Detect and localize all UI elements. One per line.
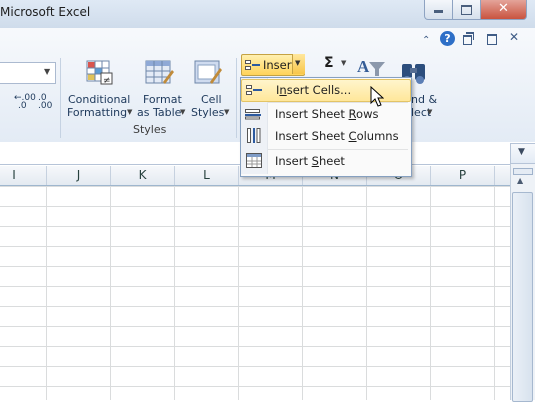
cell-styles-button[interactable]: Cell Styles ▼ bbox=[189, 56, 235, 120]
menu-item-label: Insert Sheet bbox=[275, 129, 349, 143]
format-as-table-icon bbox=[145, 58, 174, 86]
gridline bbox=[46, 186, 47, 400]
column-header-i[interactable]: I bbox=[0, 166, 47, 185]
help-icon[interactable]: ? bbox=[440, 31, 455, 46]
chevron-down-icon: ▼ bbox=[518, 147, 525, 157]
scrollbar-thumb[interactable] bbox=[512, 192, 533, 402]
number-format-combo[interactable]: ▼ bbox=[0, 62, 56, 84]
menu-item-accel: S bbox=[311, 154, 319, 168]
gridline bbox=[430, 186, 431, 400]
insert-columns-icon bbox=[247, 128, 261, 147]
gridline bbox=[238, 186, 239, 400]
increase-decimal-label: .0 bbox=[38, 93, 47, 103]
menu-separator bbox=[268, 102, 408, 103]
split-box[interactable] bbox=[513, 168, 533, 175]
gridline bbox=[366, 186, 367, 400]
maximize-button[interactable] bbox=[452, 0, 481, 20]
scroll-up-button[interactable]: ▲ bbox=[512, 176, 531, 190]
chevron-down-icon: ▼ bbox=[44, 67, 51, 76]
gridline bbox=[302, 186, 303, 400]
menu-item-insert-sheet-columns[interactable]: Insert Sheet Columns bbox=[241, 126, 409, 147]
workbook-close-icon[interactable]: ✕ bbox=[509, 30, 519, 44]
sum-icon: Σ bbox=[324, 55, 334, 71]
format-as-table-label-2: as Table bbox=[137, 106, 182, 119]
dropdown-arrow-icon: ▼ bbox=[127, 108, 133, 116]
formula-bar-expand-button[interactable]: ▼ bbox=[510, 143, 535, 164]
conditional-formatting-label-1: Conditional bbox=[68, 93, 131, 106]
insert-rows-icon bbox=[245, 108, 263, 123]
window-title: Microsoft Excel bbox=[0, 5, 91, 19]
insert-dropdown-arrow[interactable]: ▼ bbox=[292, 54, 305, 74]
decrease-decimal-icon: ←.00.0 bbox=[14, 93, 36, 111]
gridline bbox=[174, 186, 175, 400]
decrease-decimal-sub: .0 bbox=[18, 101, 27, 111]
dropdown-arrow-icon: ▼ bbox=[180, 108, 186, 116]
ribbon-minimize-icon[interactable]: ⌃ bbox=[422, 35, 430, 46]
menu-item-accel: R bbox=[348, 107, 357, 121]
menu-item-accel: n bbox=[279, 83, 287, 97]
increase-decimal-button[interactable]: .0.00 bbox=[38, 94, 56, 114]
menu-item-label: Insert Sheet bbox=[275, 107, 349, 121]
column-header-k[interactable]: K bbox=[111, 166, 175, 185]
dropdown-arrow-icon: ▼ bbox=[427, 108, 433, 116]
conditional-formatting-label-2: Formatting bbox=[67, 106, 128, 119]
gridline bbox=[494, 186, 495, 400]
column-header-l[interactable]: L bbox=[175, 166, 239, 185]
menu-item-insert-sheet[interactable]: Insert Sheet bbox=[241, 151, 409, 172]
insert-cells-icon bbox=[245, 59, 261, 74]
menu-item-accel: C bbox=[348, 129, 357, 143]
close-icon: ✕ bbox=[498, 1, 509, 16]
menu-item-label: sert Cells... bbox=[286, 83, 352, 97]
decrease-decimal-button[interactable]: ←.00.0 bbox=[14, 94, 38, 114]
insert-sheet-icon bbox=[246, 153, 264, 172]
maximize-icon bbox=[461, 5, 472, 15]
cell-styles-label-1: Cell bbox=[201, 93, 222, 106]
column-header-p[interactable]: P bbox=[431, 166, 495, 185]
menu-item-label: heet bbox=[318, 154, 345, 168]
svg-text:≠: ≠ bbox=[103, 76, 111, 86]
styles-group-label: Styles bbox=[133, 123, 167, 136]
menu-item-insert-cells[interactable]: Insert Cells... bbox=[241, 79, 411, 102]
autosum-button[interactable]: Σ ▼ bbox=[322, 55, 352, 73]
group-separator bbox=[60, 58, 61, 138]
format-as-table-button[interactable]: Format as Table ▼ bbox=[136, 56, 188, 120]
minimize-icon bbox=[434, 10, 443, 13]
gridline bbox=[110, 186, 111, 400]
restore-window-icon-back bbox=[466, 32, 474, 40]
dropdown-arrow-icon: ▼ bbox=[224, 108, 230, 116]
column-header-j[interactable]: J bbox=[47, 166, 111, 185]
increase-decimal-icon: .0.00 bbox=[38, 93, 53, 111]
cell-styles-label-2: Styles bbox=[191, 106, 225, 119]
menu-separator bbox=[268, 149, 408, 150]
chevron-down-icon: ▼ bbox=[295, 59, 301, 67]
chevron-up-icon: ▲ bbox=[517, 176, 524, 185]
group-separator bbox=[236, 58, 237, 138]
mouse-cursor-icon bbox=[370, 85, 385, 111]
close-button[interactable]: ✕ bbox=[480, 0, 527, 20]
dropdown-arrow-icon: ▼ bbox=[341, 59, 347, 67]
format-as-table-label-1: Format bbox=[143, 93, 182, 106]
worksheet-grid[interactable] bbox=[0, 186, 510, 400]
find-select-label-1: nd & bbox=[411, 93, 438, 106]
menu-item-label: olumns bbox=[356, 129, 399, 143]
cell-styles-icon bbox=[194, 58, 222, 86]
conditional-formatting-icon: ≠ bbox=[85, 58, 113, 86]
svg-text:A: A bbox=[357, 57, 370, 76]
minimize-button[interactable] bbox=[424, 0, 453, 20]
insert-cells-icon bbox=[246, 84, 264, 99]
menu-item-label: Insert bbox=[275, 154, 312, 168]
conditional-formatting-button[interactable]: ≠ Conditional Formatting ▼ bbox=[65, 56, 135, 120]
workbook-restore-icon[interactable] bbox=[487, 34, 497, 45]
